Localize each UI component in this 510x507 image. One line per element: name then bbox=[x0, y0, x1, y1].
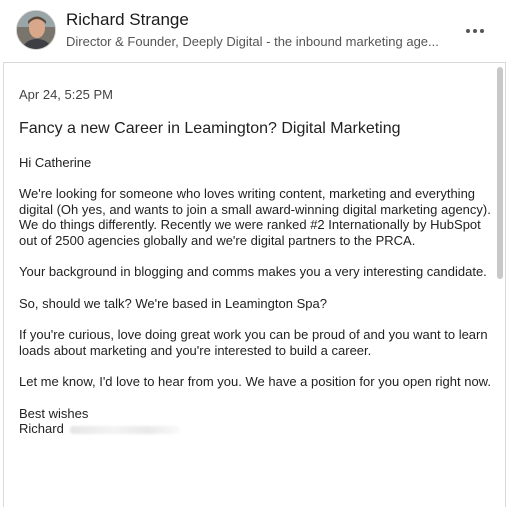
avatar-photo bbox=[17, 11, 55, 49]
signature-name: Richard bbox=[19, 421, 64, 436]
message-body-panel: Apr 24, 5:25 PM Fancy a new Career in Le… bbox=[3, 62, 506, 507]
sender-avatar[interactable] bbox=[16, 10, 56, 50]
message-paragraph: Let me know, I'd love to hear from you. … bbox=[19, 374, 491, 389]
message-content: Apr 24, 5:25 PM Fancy a new Career in Le… bbox=[19, 87, 494, 437]
message-header: Richard Strange Director & Founder, Deep… bbox=[0, 0, 510, 62]
message-signature: Best wishes Richard bbox=[19, 406, 494, 437]
signature-line: Richard bbox=[19, 421, 494, 437]
message-paragraph: So, should we talk? We're based in Leami… bbox=[19, 295, 327, 311]
message-paragraph: If you're curious, love doing great work… bbox=[19, 327, 488, 358]
message-greeting: Hi Catherine bbox=[19, 154, 92, 170]
more-options-button[interactable] bbox=[456, 21, 494, 41]
message-subject: Fancy a new Career in Leamington? Digita… bbox=[19, 119, 401, 137]
redacted-text bbox=[69, 425, 180, 434]
more-horizontal-icon bbox=[473, 29, 477, 33]
message-timestamp: Apr 24, 5:25 PM bbox=[19, 87, 113, 102]
more-horizontal-icon bbox=[480, 29, 484, 33]
message-paragraph: Your background in blogging and comms ma… bbox=[19, 264, 487, 279]
message-signoff: Best wishes bbox=[19, 405, 89, 421]
sender-name[interactable]: Richard Strange bbox=[66, 10, 189, 30]
sender-headline: Director & Founder, Deeply Digital - the… bbox=[66, 34, 439, 49]
message-paragraph: We're looking for someone who loves writ… bbox=[19, 186, 491, 248]
more-horizontal-icon bbox=[466, 29, 470, 33]
scrollbar[interactable] bbox=[497, 67, 503, 279]
